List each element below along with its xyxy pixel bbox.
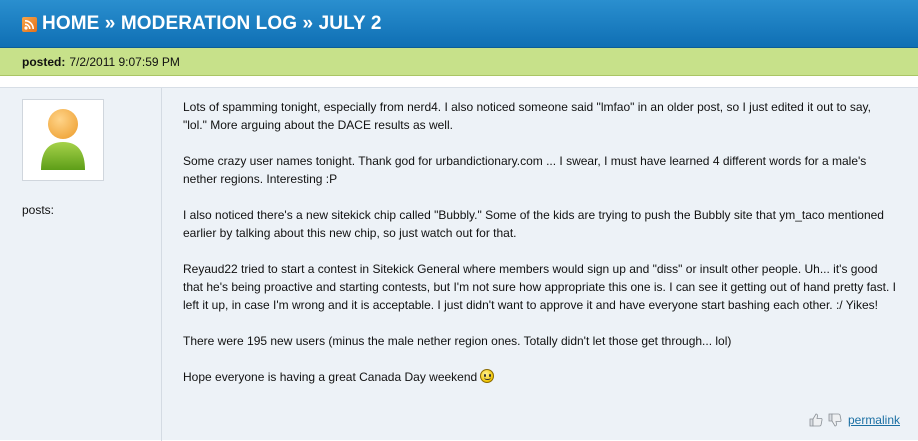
post-content: Lots of spamming tonight, especially fro… [183,98,898,404]
user-avatar-icon [41,109,85,170]
thumbs-up-icon[interactable] [808,412,824,428]
paragraph: There were 195 new users (minus the male… [183,334,732,348]
paragraph: Reyaud22 tried to start a contest in Sit… [183,262,896,312]
page-header: HOME » MODERATION LOG » JULY 2 [0,0,918,48]
thumbs-down-icon[interactable] [827,412,843,428]
post-body: posts: Lots of spamming tonight, especia… [0,87,918,441]
post-actions: permalink [808,412,900,428]
breadcrumb-moderation-log[interactable]: MODERATION LOG [121,13,297,35]
breadcrumb-separator: » [302,12,314,34]
spacer [0,77,918,87]
post-date-bar: posted: 7/2/2011 9:07:59 PM [0,48,918,76]
smiley-icon [480,369,495,383]
paragraph: Some crazy user names tonight. Thank god… [183,154,867,186]
paragraph-text: Hope everyone is having a great Canada D… [183,370,478,384]
breadcrumb-home[interactable]: HOME [42,13,99,35]
avatar[interactable] [22,99,104,181]
author-column: posts: [0,88,162,441]
posted-date: 7/2/2011 9:07:59 PM [69,54,180,69]
paragraph: Lots of spamming tonight, especially fro… [183,100,871,132]
paragraph: I also noticed there's a new sitekick ch… [183,208,884,240]
posts-count-label: posts: [22,203,55,217]
permalink-link[interactable]: permalink [848,413,900,427]
breadcrumb-current-page: JULY 2 [318,12,382,34]
posted-label: posted: [22,54,66,69]
rss-icon[interactable] [22,16,37,32]
breadcrumb-separator: » [104,12,116,34]
paragraph-last: Hope everyone is having a great Canada D… [183,368,898,386]
